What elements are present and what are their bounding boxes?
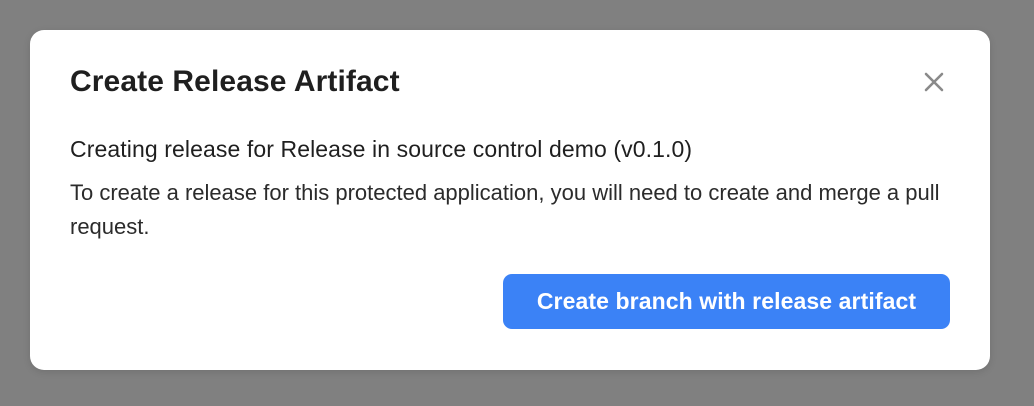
dialog-title: Create Release Artifact — [70, 65, 400, 98]
dialog-description: To create a release for this protected a… — [70, 180, 940, 239]
create-branch-button[interactable]: Create branch with release artifact — [503, 274, 950, 329]
modal-backdrop: Create Release Artifact Creating release… — [0, 0, 1034, 406]
close-button[interactable] — [918, 66, 950, 98]
create-release-artifact-dialog: Create Release Artifact Creating release… — [30, 30, 990, 370]
close-icon — [924, 72, 944, 92]
release-subtitle: Creating release for Release in source c… — [70, 136, 693, 162]
